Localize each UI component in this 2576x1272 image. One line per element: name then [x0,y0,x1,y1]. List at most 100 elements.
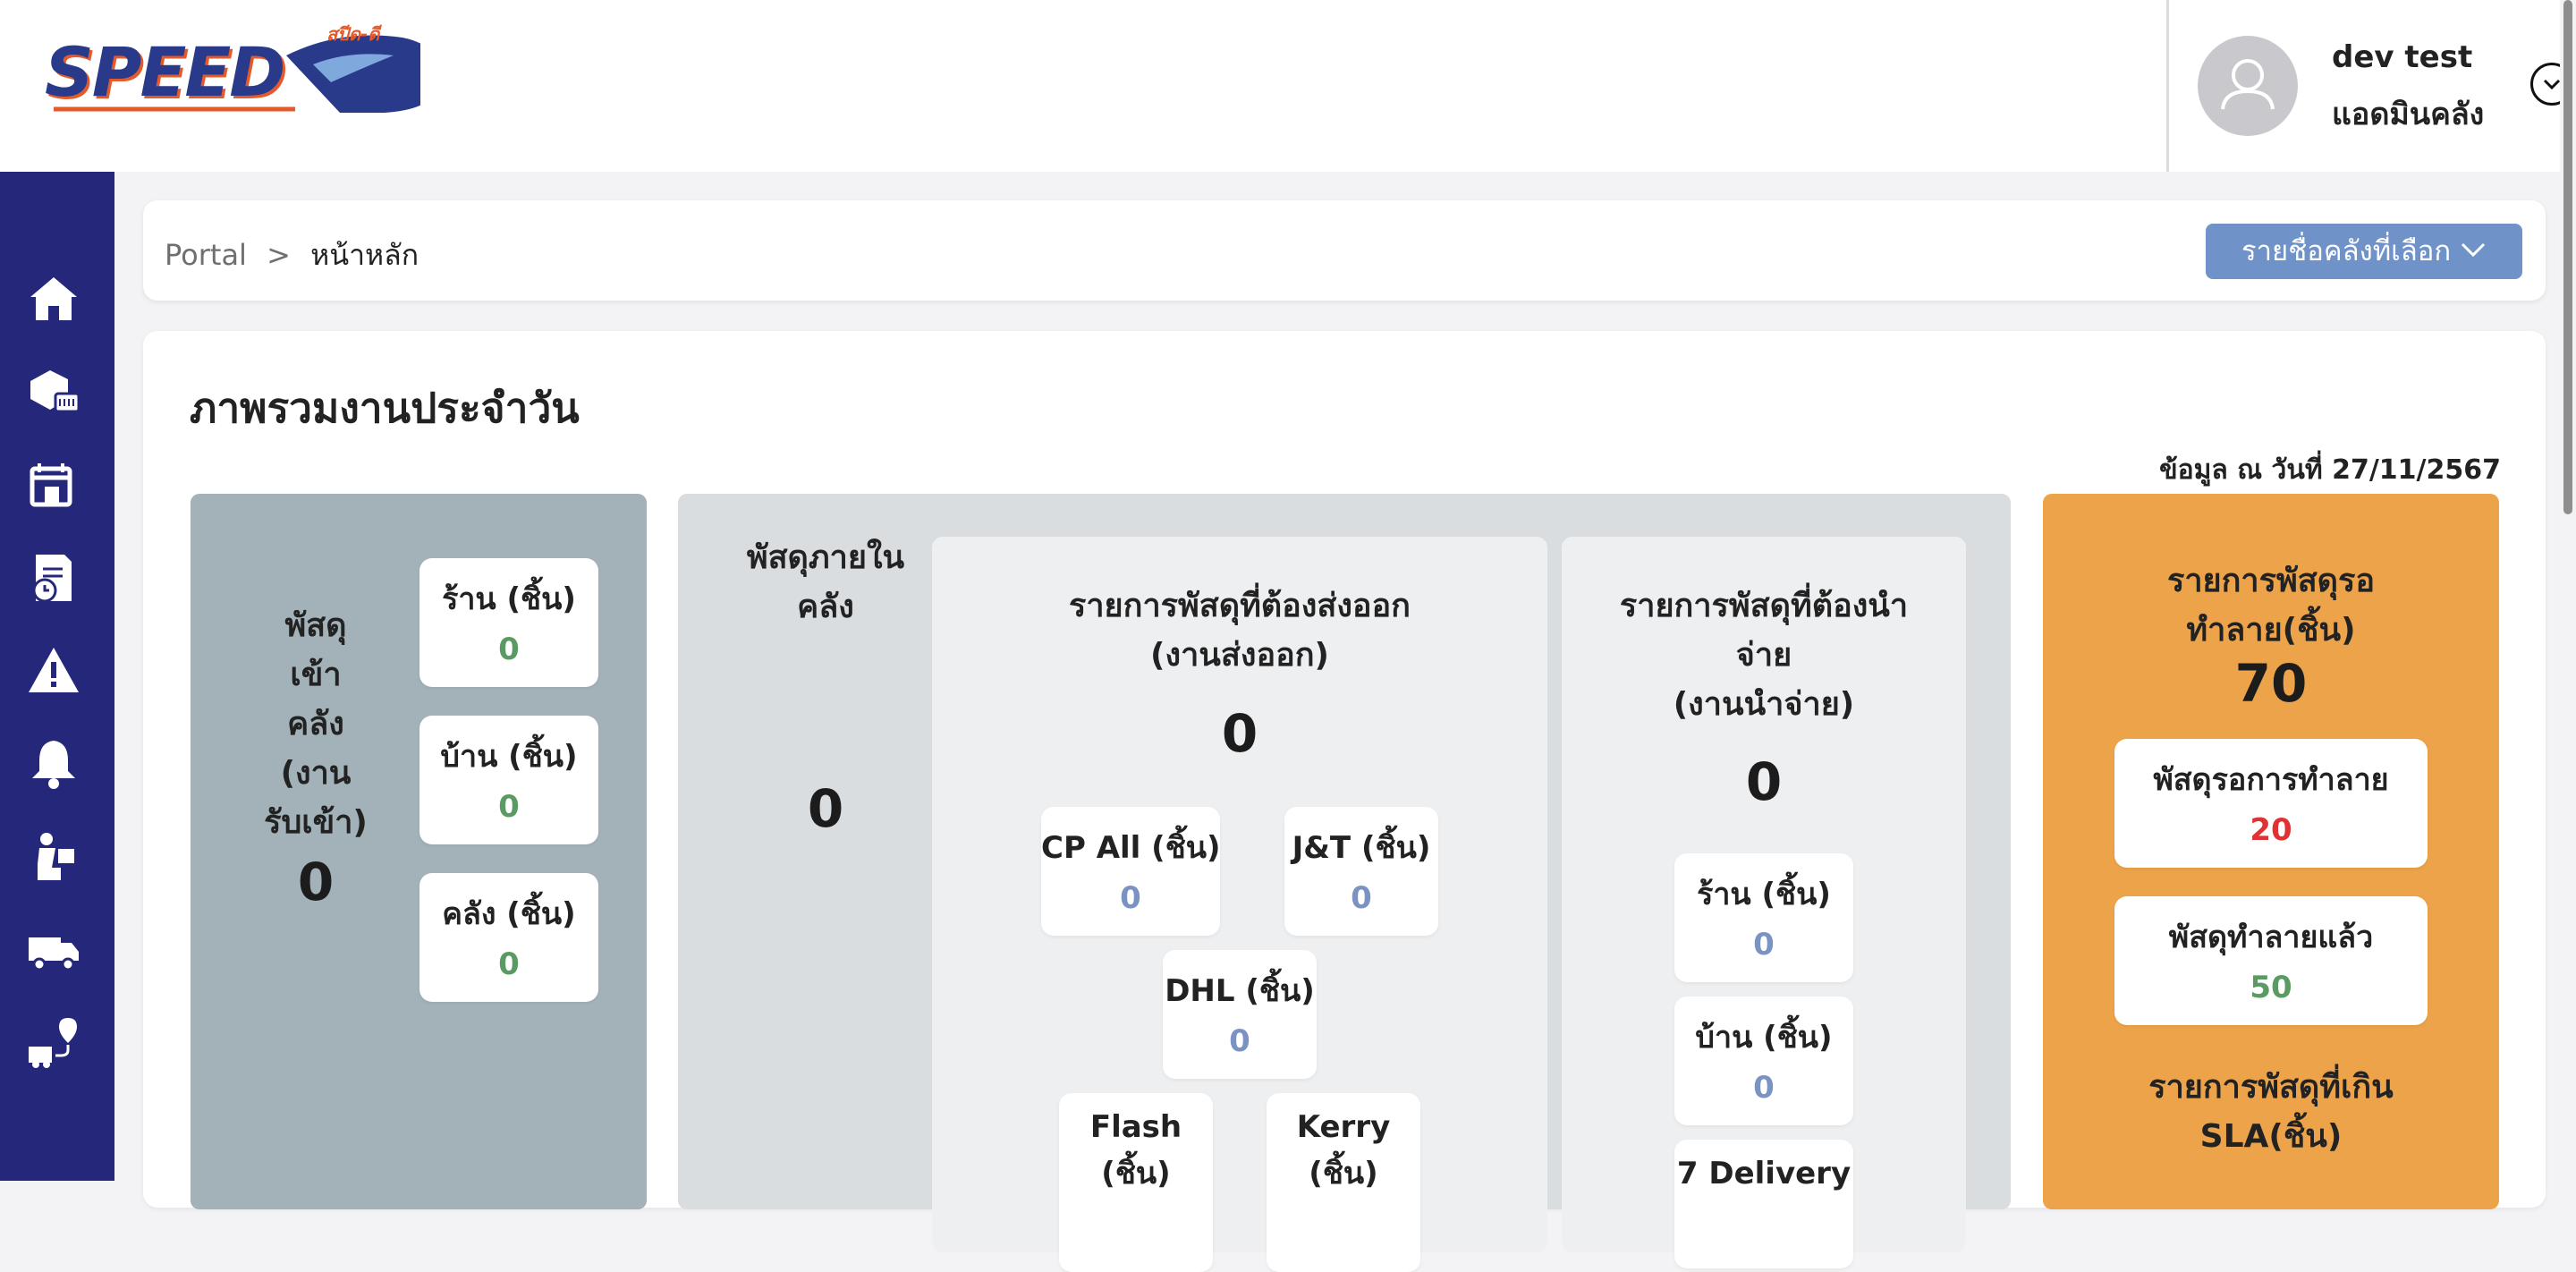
breadcrumb-bar: Portal > หน้าหลัก รายชื่อคลังที่เลือก [143,200,2546,301]
inbound-home-value: 0 [498,789,520,825]
inbound-panel: พัสดุ เข้า คลัง (งาน รับเข้า) 0 ร้าน (ชิ… [191,494,647,1209]
breadcrumb-current: หน้าหลัก [310,238,419,272]
carrier-value: 0 [1120,880,1141,916]
destruction-total: 70 [2234,653,2308,714]
warehouse-select-label: รายชื่อคลังที่เลือก [2241,235,2452,267]
avatar [2198,36,2298,136]
distribution-shop-value: 0 [1753,927,1775,962]
outbound-title-line: (งานส่งออก) [1150,637,1329,674]
logo-sub: สปีด-ดี [326,23,380,45]
top-bar: SPEED สปีด-ดี dev test แอดมินคลัง [0,0,2576,172]
distribution-shop-label: ร้าน (ชิ้น) [1697,877,1831,912]
inbound-title-line: รับเข้า) [264,804,368,841]
chevron-down-icon [2461,242,2486,258]
inbound-home-card[interactable]: บ้าน (ชิ้น) 0 [419,716,598,844]
distribution-title-line: รายการพัสดุที่ต้องนำ [1619,588,1909,624]
scrollbar-thumb[interactable] [2563,0,2572,514]
user-role: แอดมินคลัง [2332,97,2485,132]
data-as-of: ข้อมูล ณ วันที่ 27/11/2567 [2159,454,2501,486]
inbound-shop-value: 0 [498,632,520,667]
carrier-kerry-card[interactable]: Kerry (ชิ้น) [1267,1093,1420,1272]
carrier-label: Flash [1089,1109,1182,1145]
distribution-title-line: จ่าย [1735,637,1792,674]
inbound-title-line: คลัง [287,706,344,742]
in-warehouse-title-line: คลัง [797,589,854,625]
destruction-title-line: รายการพัสดุรอ [2166,563,2376,599]
pending-destruction-value: 20 [2250,812,2292,848]
delivery-person-icon[interactable] [25,828,82,886]
carrier-value: 0 [1229,1023,1250,1059]
inbound-home-label: บ้าน (ชิ้น) [440,739,578,775]
inbound-shop-label: ร้าน (ชิ้น) [442,581,576,617]
inbound-title-line: เข้า [290,657,342,693]
inbound-title-line: พัสดุ [284,607,347,644]
carrier-label: J&T (ชิ้น) [1292,830,1431,866]
sla-title: รายการพัสดุที่เกิน SLA(ชิ้น) [2043,1063,2499,1161]
distribution-home-label: บ้าน (ชิ้น) [1695,1020,1833,1056]
pending-destruction-label: พัสดุรอการทำลาย [2153,762,2389,798]
speed-d-logo[interactable]: SPEED สปีด-ดี [45,20,420,118]
distribution-title-line: (งานนำจ่าย) [1673,686,1855,723]
destroyed-card[interactable]: พัสดุทำลายแล้ว 50 [2114,896,2428,1025]
outbound-column: รายการพัสดุที่ต้องส่งออก (งานส่งออก) 0 C… [932,537,1547,1272]
home-icon[interactable] [25,270,82,327]
distribution-title: รายการพัสดุที่ต้องนำ จ่าย (งานนำจ่าย) [1562,581,1966,729]
inbound-shop-card[interactable]: ร้าน (ชิ้น) 0 [419,558,598,687]
carrier-label: Kerry [1296,1109,1391,1145]
pending-destruction-card[interactable]: พัสดุรอการทำลาย 20 [2114,739,2428,868]
parcel-scan-icon[interactable] [25,363,82,420]
outbound-title: รายการพัสดุที่ต้องส่งออก (งานส่งออก) [932,581,1547,680]
bell-icon[interactable] [25,735,82,793]
report-icon[interactable] [25,549,82,606]
logo-word: SPEED [45,32,285,112]
distribution-column: รายการพัสดุที่ต้องนำ จ่าย (งานนำจ่าย) 0 … [1562,537,1966,1268]
breadcrumb-portal[interactable]: Portal [165,238,247,272]
outbound-total: 0 [1221,703,1258,764]
distribution-total: 0 [1745,751,1783,812]
destruction-title: รายการพัสดุรอ ทำลาย(ชิ้น) [2043,556,2499,655]
carrier-value: 0 [1351,880,1372,916]
destruction-panel: รายการพัสดุรอ ทำลาย(ชิ้น) 70 พัสดุรอการท… [2043,494,2499,1209]
carrier-label: DHL (ชิ้น) [1165,973,1315,1009]
distribution-7delivery-label: 7 Delivery [1676,1156,1852,1191]
outbound-title-line: รายการพัสดุที่ต้องส่งออก [1069,588,1411,624]
inbound-total: 0 [297,852,335,912]
inbound-title-line: (งาน [280,755,352,792]
distribution-home-value: 0 [1753,1070,1775,1106]
carrier-jt-card[interactable]: J&T (ชิ้น) 0 [1284,807,1438,936]
carrier-cpall-card[interactable]: CP All (ชิ้น) 0 [1041,807,1221,936]
in-warehouse-title-line: พัสดุภายใน [746,539,905,576]
truck-icon[interactable] [25,921,82,979]
sla-title-line: SLA(ชิ้น) [2199,1118,2343,1155]
page-title: ภาพรวมงานประจำวัน [190,384,580,432]
inbound-warehouse-card[interactable]: คลัง (ชิ้น) 0 [419,873,598,1002]
route-icon[interactable] [25,1014,82,1072]
sidebar [0,172,114,1181]
inbound-warehouse-label: คลัง (ชิ้น) [442,896,576,932]
scrollbar[interactable] [2560,0,2576,1181]
destroyed-label: พัสดุทำลายแล้ว [2168,920,2374,955]
user-name: dev test [2332,39,2473,75]
destruction-title-line: ทำลาย(ชิ้น) [2186,612,2356,649]
carrier-label: (ชิ้น) [1309,1156,1378,1191]
distribution-7delivery-card[interactable]: 7 Delivery [1674,1140,1853,1268]
warehouse-ops-panel: พัสดุภายใน คลัง 0 รายการพัสดุที่ต้องส่งอ… [678,494,2011,1272]
carrier-label: CP All (ชิ้น) [1041,830,1221,866]
carrier-label: (ชิ้น) [1101,1156,1171,1191]
user-menu[interactable]: dev test แอดมินคลัง [2166,0,2576,172]
in-warehouse-title: พัสดุภายใน คลัง [714,533,937,632]
carrier-dhl-card[interactable]: DHL (ชิ้น) 0 [1163,950,1317,1079]
in-warehouse-total: 0 [807,778,844,839]
distribution-home-card[interactable]: บ้าน (ชิ้น) 0 [1674,996,1853,1125]
carrier-flash-card[interactable]: Flash (ชิ้น) [1059,1093,1213,1272]
daily-overview-card: ภาพรวมงานประจำวัน ข้อมูล ณ วันที่ 27/11/… [143,331,2546,1272]
warning-icon[interactable] [25,642,82,700]
inbound-title: พัสดุ เข้า คลัง (งาน รับเข้า) [244,601,387,847]
warehouse-select-button[interactable]: รายชื่อคลังที่เลือก [2206,224,2522,279]
breadcrumb-separator: > [267,238,291,272]
breadcrumb: Portal > หน้าหลัก [165,233,419,278]
inbound-warehouse-value: 0 [498,946,520,982]
store-icon[interactable] [25,456,82,513]
sla-title-line: รายการพัสดุที่เกิน [2148,1069,2394,1106]
distribution-shop-card[interactable]: ร้าน (ชิ้น) 0 [1674,853,1853,982]
